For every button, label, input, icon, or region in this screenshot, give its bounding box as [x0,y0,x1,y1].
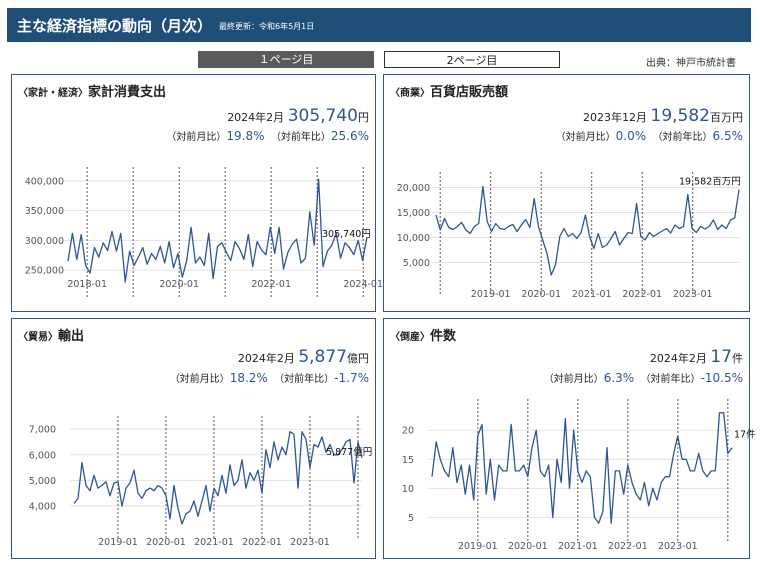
x-tick-label: 2022-01 [242,537,282,548]
y-tick-label: 15 [402,455,414,466]
y-tick-label: 5,000 [29,476,56,487]
y-tick-label: 5,000 [403,258,430,269]
latest-value-label: 5,877億円 [326,446,372,458]
x-tick-label: 2019-01 [98,537,138,548]
panel-bankruptcies: 〈倒産〉件数 2024年2月 17件 （対前月比）6.3% （対前年比）-10.… [383,318,756,559]
panel-department-store-sales: 〈商業〉百貨店販売額 2023年12月 19,582百万円 （対前月比）0.0%… [383,74,750,312]
series-line [73,431,363,525]
y-tick-label: 4,000 [29,502,56,513]
x-tick-label: 2021-01 [194,537,234,548]
x-tick-label: 2019-01 [471,289,511,300]
page-title: 主な経済指標の動向（月次） [17,17,213,35]
page-header: 主な経済指標の動向（月次） 最終更新：令和6年5月1日 [7,8,751,42]
tab-page-2[interactable]: 2ページ目 [384,51,560,68]
x-tick-label: 2020-01 [508,541,548,552]
x-tick-label: 2022-01 [608,541,648,552]
y-tick-label: 10 [402,484,414,495]
series-line [435,185,740,276]
x-tick-label: 2018-01 [67,279,107,290]
y-tick-label: 300,000 [25,236,64,247]
exports-chart: 4,000 5,000 6,000 7,000 2019-01 2020-01 2021-0… [29,416,372,548]
x-tick-label: 2021-01 [572,289,612,300]
y-tick-label: 6,000 [29,450,56,461]
latest-value-label: 17件 [734,429,756,441]
x-tick-label: 2023-01 [658,541,698,552]
series-line [431,412,733,524]
source-note: 出典：神戸市統計書 [646,58,736,69]
latest-value-label: 305,740円 [322,229,371,240]
y-tick-label: 15,000 [397,208,430,219]
household-spending-chart: 250,000 300,000 350,000 400,000 2018-01 2020-… [25,167,383,299]
y-tick-label: 20,000 [397,183,430,194]
y-tick-label: 7,000 [29,425,56,436]
panel-household-spending: 〈家計・経済〉家計消費支出 2024年2月 305,740円 （対前月比）19.… [11,74,383,312]
x-tick-label: 2022-01 [251,279,291,290]
panel-exports: 〈貿易〉輸出 2024年2月 5,877億円 （対前月比）18.2% （対前年比… [11,318,376,559]
tab-page-1[interactable]: １ページ目 [198,51,374,68]
y-tick-label: 10,000 [397,233,430,244]
last-updated: 最終更新：令和6年5月1日 [219,22,315,31]
x-tick-label: 2019-01 [458,541,498,552]
y-tick-label: 350,000 [25,206,64,217]
x-tick-label: 2022-01 [622,289,662,300]
bankruptcies-chart: 5 10 15 20 2019-01 2020-01 2021-01 2022-01 2023-… [402,399,756,552]
y-tick-label: 5 [408,513,414,524]
y-tick-label: 20 [402,426,414,437]
x-tick-label: 2021-01 [558,541,598,552]
x-tick-label: 2020-01 [146,537,186,548]
latest-value-label: 19,582百万円 [679,177,741,188]
x-tick-label: 2020-01 [521,289,561,300]
y-tick-label: 400,000 [25,176,64,187]
department-store-sales-chart: 5,000 10,000 15,000 20,000 2019-01 2020-01 202… [397,172,741,300]
x-tick-label: 2023-01 [673,289,713,300]
x-tick-label: 2023-01 [290,537,330,548]
x-tick-label: 2020-01 [159,279,199,290]
x-tick-label: 2024-01 [343,279,383,290]
y-tick-label: 250,000 [25,266,64,277]
